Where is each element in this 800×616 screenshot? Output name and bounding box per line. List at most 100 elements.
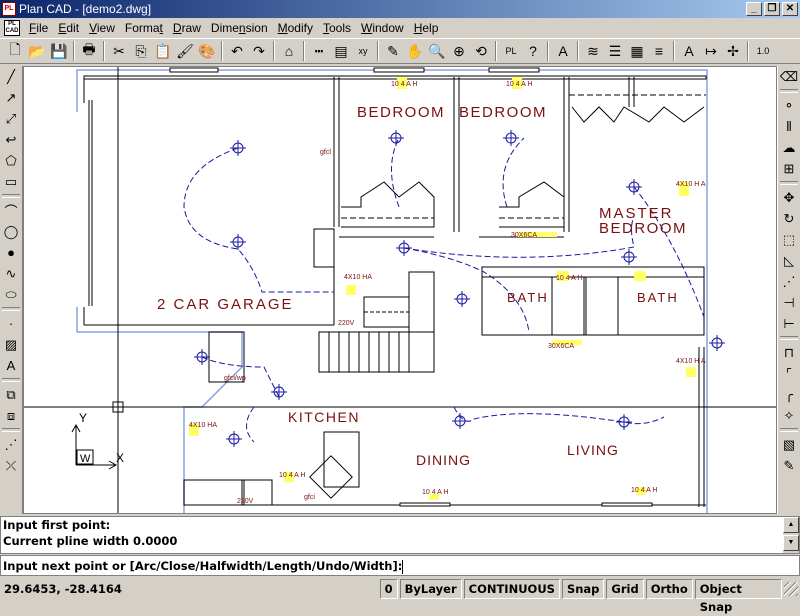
array-button[interactable]: ⊞ (778, 158, 800, 179)
print-button[interactable]: 🖶 (78, 40, 100, 62)
zoom-window-button[interactable]: 🔍 (426, 40, 448, 62)
erase-button[interactable]: ⌫ (778, 66, 800, 87)
menu-dimension[interactable]: Dimension (206, 21, 273, 35)
layer-stack-button[interactable]: ☰ (604, 40, 626, 62)
snap-toggle[interactable]: Snap (561, 579, 605, 599)
zoom-extents-button[interactable]: ⊕ (448, 40, 470, 62)
edit-hatch-button[interactable]: ▧ (778, 434, 800, 455)
break-button[interactable]: ⊓ (778, 342, 800, 363)
rectangle-button[interactable]: ▭ (0, 171, 22, 192)
distance-button[interactable]: ┅ (308, 40, 330, 62)
undo-button[interactable]: ↶ (226, 40, 248, 62)
open-button[interactable]: 📂 (26, 40, 48, 62)
zoom-previous-button[interactable]: ⟲ (470, 40, 492, 62)
explode-button[interactable]: ✧ (778, 405, 800, 426)
line-button[interactable]: ╱ (0, 66, 22, 87)
measure-button[interactable]: ⤫ (0, 455, 22, 476)
color-picker-button[interactable]: 🎨 (196, 40, 218, 62)
menu-window[interactable]: Window (356, 21, 409, 35)
scroll-down-button[interactable]: ▼ (783, 535, 799, 551)
plancad-logo-button[interactable]: PL (500, 40, 522, 62)
polyline-icon: ↩ (5, 131, 17, 147)
drawing-canvas[interactable]: 2 CAR GARAGE BEDROOM BEDROOM MASTER BEDR… (23, 66, 777, 514)
layers-button[interactable]: ≋ (582, 40, 604, 62)
xline-button[interactable]: ⤢ (0, 108, 22, 129)
save-button[interactable]: 💾 (48, 40, 70, 62)
copy-object-button[interactable]: ⚬ (778, 95, 800, 116)
color-indicator[interactable]: ByLayer (399, 579, 462, 599)
command-input[interactable]: Input next point or [Arc/Close/Halfwidth… (0, 555, 800, 576)
menu-file[interactable]: File (24, 21, 53, 35)
spline-button[interactable]: ∿ (0, 263, 22, 284)
annotation-label: 4X10 HA (344, 274, 372, 281)
extend-button[interactable]: ⊢ (778, 313, 800, 334)
new-button[interactable]: 🗋 (4, 40, 26, 62)
text-style-button[interactable]: A (678, 40, 700, 62)
annotation-label: 10 4 A H (391, 81, 417, 88)
redo-button[interactable]: ↷ (248, 40, 270, 62)
menu-view[interactable]: View (84, 21, 120, 35)
layer-properties-button[interactable]: A (552, 40, 574, 62)
point-button[interactable]: · (0, 313, 22, 334)
move-button[interactable]: ✥ (778, 187, 800, 208)
doc-close-button[interactable]: ✕ (782, 2, 798, 16)
insert-button[interactable]: ⧈ (0, 405, 22, 426)
insert-icon: ⧈ (6, 407, 16, 423)
scroll-up-button[interactable]: ▲ (783, 517, 799, 533)
divide-button[interactable]: ⋰ (0, 434, 22, 455)
menu-draw[interactable]: Draw (168, 21, 206, 35)
scale-button[interactable]: 1.0 (752, 40, 774, 62)
text-button[interactable]: A (0, 355, 22, 376)
command-history-scrollbar[interactable]: ▲ ▼ (783, 517, 799, 553)
linetype-button[interactable]: ≡ (648, 40, 670, 62)
paste-button[interactable]: 📋 (152, 40, 174, 62)
mirror-button[interactable]: ⫴ (778, 116, 800, 137)
resize-grip[interactable] (784, 582, 798, 596)
pan-button[interactable]: ✋ (404, 40, 426, 62)
polyline-button[interactable]: ↩ (0, 129, 22, 150)
scale-object-button[interactable]: ⬚ (778, 229, 800, 250)
ortho-toggle[interactable]: Ortho (645, 579, 693, 599)
document-icon[interactable]: PL CAD (4, 20, 20, 36)
layer-indicator[interactable]: 0 (379, 579, 398, 599)
hatch-button[interactable]: ▨ (0, 334, 22, 355)
doc-minimize-button[interactable]: _ (746, 2, 762, 16)
polygon-button[interactable]: ⬠ (0, 150, 22, 171)
donut-button[interactable]: ● (0, 242, 22, 263)
arc-button[interactable]: ⌒ (0, 200, 22, 221)
cut-button[interactable]: ✂ (108, 40, 130, 62)
trim-button[interactable]: ⊣ (778, 292, 800, 313)
menu-tools[interactable]: Tools (318, 21, 356, 35)
menu-help[interactable]: Help (409, 21, 444, 35)
make-block-button[interactable]: ⧉ (0, 384, 22, 405)
edit-text-button[interactable]: ✎ (778, 455, 800, 476)
rotate-button[interactable]: ↻ (778, 208, 800, 229)
ray-button[interactable]: ↗ (0, 87, 22, 108)
ellipse-button[interactable]: ⬭ (0, 284, 22, 305)
help-button[interactable]: ? (522, 40, 544, 62)
dimension-style-button[interactable]: ↦ (700, 40, 722, 62)
chamfer-button[interactable]: ⌜ (778, 363, 800, 384)
sketch-button[interactable]: ✎ (382, 40, 404, 62)
menu-format[interactable]: Format (120, 21, 168, 35)
lengthen-button[interactable]: ⋰ (778, 271, 800, 292)
menu-window-accel: W (361, 21, 373, 35)
stretch-button[interactable]: ◺ (778, 250, 800, 271)
color-palette-button[interactable]: ▦ (626, 40, 648, 62)
insert-block-button[interactable]: ⌂ (278, 40, 300, 62)
match-properties-button[interactable]: 🖌 (174, 40, 196, 62)
list-button[interactable]: ▤ (330, 40, 352, 62)
fillet-button[interactable]: ╭ (778, 384, 800, 405)
copy-button[interactable]: ⎘ (130, 40, 152, 62)
linetype-indicator[interactable]: CONTINUOUS (463, 579, 560, 599)
coordinates-button[interactable]: xy (352, 40, 374, 62)
grid-toggle[interactable]: Grid (606, 579, 644, 599)
circle-button[interactable]: ◯ (0, 221, 22, 242)
object-snap-settings-button[interactable]: ✢ (722, 40, 744, 62)
rotate-icon: ↻ (783, 210, 795, 226)
doc-restore-button[interactable]: ❐ (764, 2, 780, 16)
object-snap-toggle[interactable]: Object Snap (694, 579, 783, 614)
menu-modify[interactable]: Modify (273, 21, 318, 35)
menu-edit[interactable]: Edit (53, 21, 84, 35)
offset-button[interactable]: ☁ (778, 137, 800, 158)
